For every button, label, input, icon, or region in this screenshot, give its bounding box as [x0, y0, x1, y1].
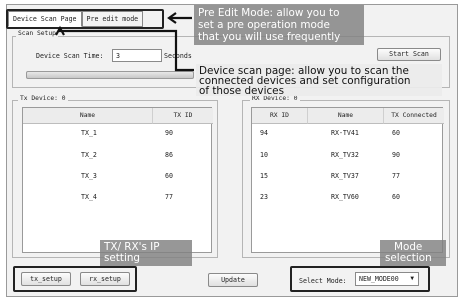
callout-arrows: [55, 12, 194, 72]
pre-edit-arrow: [167, 12, 192, 24]
scan-page-arrow: [55, 25, 194, 72]
